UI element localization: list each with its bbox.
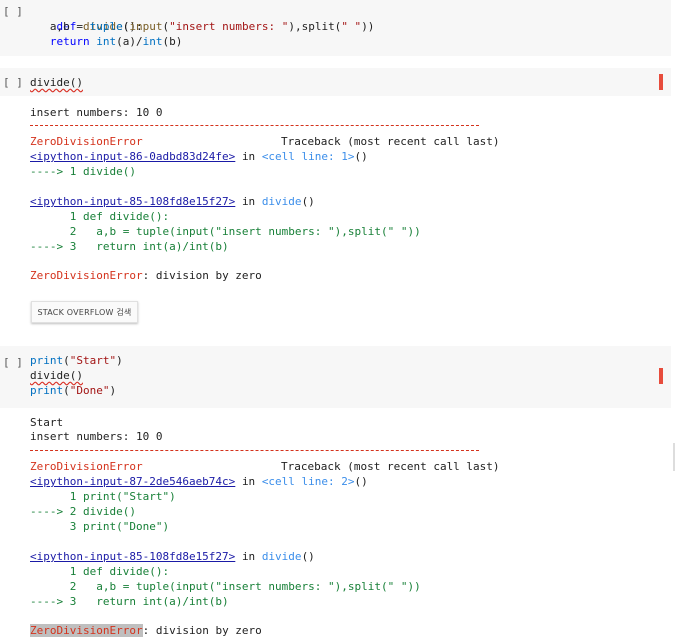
traceback-header: Traceback (most recent call last)	[281, 460, 500, 473]
traceback-line: ----> 1 divide()	[30, 165, 136, 178]
traceback-header: Traceback (most recent call last)	[281, 135, 500, 148]
traceback-frame-2: <ipython-input-85-108fd8e15f27> in divid…	[30, 195, 315, 208]
traceback-line: 1 def divide():	[30, 210, 170, 223]
error-message: ZeroDivisionError: division by zero	[30, 269, 262, 282]
stack-overflow-search-button[interactable]: STACK OVERFLOW 검색	[31, 301, 138, 323]
code-line: a,b = tuple(input("insert numbers: "),sp…	[30, 20, 375, 33]
traceback-line: 3 print("Done")	[30, 520, 170, 533]
error-name: ZeroDivisionError	[30, 460, 143, 473]
traceback-line: ----> 2 divide()	[30, 505, 136, 518]
traceback-separator	[30, 125, 479, 126]
run-cell-button-3[interactable]: [ ]	[3, 356, 23, 369]
traceback-line: ----> 3 return int(a)/int(b)	[30, 240, 229, 253]
code-line: divide()	[30, 76, 83, 89]
code-line: print("Start")	[30, 354, 123, 367]
stdout-line: Start	[30, 416, 64, 429]
error-name: ZeroDivisionError	[30, 135, 143, 148]
traceback-line: 1 def divide():	[30, 565, 170, 578]
traceback-line: 2 a,b = tuple(input("insert numbers: "),…	[30, 580, 421, 593]
run-cell-button-2[interactable]: [ ]	[3, 76, 23, 89]
frame-link[interactable]: <ipython-input-86-0adbd83d24fe>	[30, 150, 235, 163]
code-cell-1[interactable]: [ ] def divide(): a,b = tuple(input("ins…	[0, 0, 671, 56]
stdout-line: insert numbers: 10 0	[30, 106, 163, 119]
traceback-separator	[30, 450, 479, 451]
frame-link[interactable]: <ipython-input-85-108fd8e15f27>	[30, 550, 235, 563]
stdout-line: insert numbers: 10 0	[30, 430, 163, 443]
code-line: print("Done")	[30, 384, 117, 397]
frame-link[interactable]: <ipython-input-85-108fd8e15f27>	[30, 195, 235, 208]
code-line: return int(a)/int(b)	[49, 35, 183, 48]
traceback-line: 2 a,b = tuple(input("insert numbers: "),…	[30, 225, 421, 238]
traceback-frame-2: <ipython-input-85-108fd8e15f27> in divid…	[30, 550, 315, 563]
error-message: ZeroDivisionError: division by zero	[30, 624, 262, 637]
traceback-line: 1 print("Start")	[30, 490, 176, 503]
traceback-line: ----> 3 return int(a)/int(b)	[30, 595, 229, 608]
run-cell-button-1[interactable]: [ ]	[3, 5, 23, 18]
running-indicator	[659, 368, 663, 384]
traceback-frame-1: <ipython-input-87-2de546aeb74c> in <cell…	[30, 475, 368, 488]
code-editor-2[interactable]	[0, 68, 671, 96]
traceback-frame-1: <ipython-input-86-0adbd83d24fe> in <cell…	[30, 150, 368, 163]
code-cell-3[interactable]: [ ] print("Start") divide() print("Done"…	[0, 346, 671, 642]
code-line: divide()	[30, 369, 83, 382]
frame-link[interactable]: <ipython-input-87-2de546aeb74c>	[30, 475, 235, 488]
code-cell-2[interactable]: [ ] divide() insert numbers: 10 0 ZeroDi…	[0, 68, 671, 328]
running-indicator	[659, 74, 663, 90]
